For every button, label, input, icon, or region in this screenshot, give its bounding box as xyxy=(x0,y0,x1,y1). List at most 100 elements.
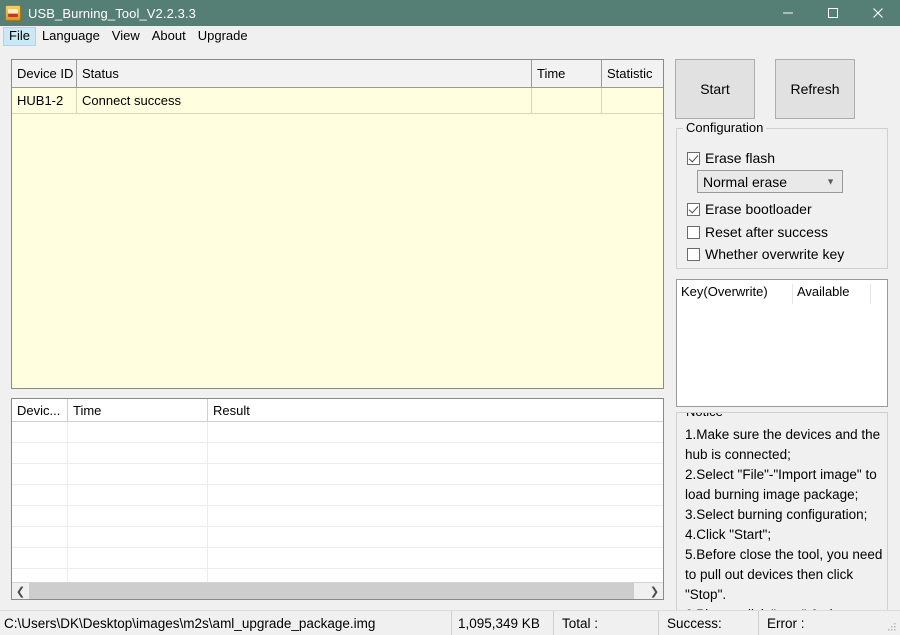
application-window: USB_Burning_Tool_V2.2.3.3 File L xyxy=(0,0,900,635)
configuration-title: Configuration xyxy=(683,120,766,135)
column-header-status[interactable]: Status xyxy=(77,60,532,87)
checkbox-erase-bootloader[interactable]: Erase bootloader xyxy=(687,201,812,217)
table-row[interactable] xyxy=(12,548,663,569)
minimize-button[interactable] xyxy=(765,0,810,26)
horizontal-scrollbar[interactable]: ❮ ❯ xyxy=(12,582,663,599)
table-row[interactable] xyxy=(12,422,663,443)
scrollbar-track[interactable] xyxy=(29,583,646,599)
chevron-right-icon[interactable]: ❯ xyxy=(646,583,663,599)
menu-item-about[interactable]: About xyxy=(146,27,192,46)
key-overwrite-panel[interactable]: Key(Overwrite) Available xyxy=(676,279,888,407)
result-table-body xyxy=(12,422,663,590)
checkbox-label: Reset after success xyxy=(705,224,828,240)
notice-text: 1.Make sure the devices and the hub is c… xyxy=(685,425,883,618)
start-button[interactable]: Start xyxy=(675,59,755,119)
close-button[interactable] xyxy=(855,0,900,26)
menu-item-language[interactable]: Language xyxy=(36,27,106,46)
table-cell xyxy=(208,422,663,442)
maximize-button[interactable] xyxy=(810,0,855,26)
table-cell xyxy=(68,485,208,505)
menu-item-view[interactable]: View xyxy=(106,27,146,46)
result-table-header: Devic... Time Result xyxy=(12,399,663,422)
cell-statistic xyxy=(602,88,663,113)
table-cell xyxy=(12,443,68,463)
table-cell xyxy=(12,548,68,568)
table-cell xyxy=(12,464,68,484)
window-controls xyxy=(765,0,900,26)
menu-item-upgrade[interactable]: Upgrade xyxy=(192,27,254,46)
table-row[interactable]: HUB1-2 Connect success xyxy=(12,88,663,114)
minimize-icon xyxy=(782,7,794,19)
checkbox-indicator[interactable] xyxy=(687,203,700,216)
maximize-icon xyxy=(827,7,839,19)
column-header-result-device[interactable]: Devic... xyxy=(12,399,68,421)
status-error-count: Error : xyxy=(759,611,879,635)
table-cell xyxy=(68,548,208,568)
column-header-result-time[interactable]: Time xyxy=(68,399,208,421)
resize-grip-icon[interactable] xyxy=(887,622,897,632)
table-cell xyxy=(208,548,663,568)
window-title: USB_Burning_Tool_V2.2.3.3 xyxy=(28,6,196,21)
table-row[interactable] xyxy=(12,527,663,548)
table-cell xyxy=(68,527,208,547)
chevron-down-icon: ▼ xyxy=(826,177,835,186)
table-row[interactable] xyxy=(12,443,663,464)
key-panel-header: Key(Overwrite) Available xyxy=(677,280,887,304)
checkbox-indicator[interactable] xyxy=(687,248,700,261)
notice-group: Notice 1.Make sure the devices and the h… xyxy=(676,412,888,618)
cell-status: Connect success xyxy=(77,88,532,113)
table-cell xyxy=(208,506,663,526)
table-cell xyxy=(68,506,208,526)
checkbox-whether-overwrite-key[interactable]: Whether overwrite key xyxy=(687,246,844,262)
column-header-time[interactable]: Time xyxy=(532,60,602,87)
column-header-statistic[interactable]: Statistic xyxy=(602,60,663,87)
menu-item-file[interactable]: File xyxy=(3,27,36,46)
close-icon xyxy=(872,7,884,19)
table-cell xyxy=(12,527,68,547)
refresh-button[interactable]: Refresh xyxy=(775,59,855,119)
device-table[interactable]: Device ID Status Time Statistic HUB1-2 C… xyxy=(11,59,664,389)
column-header-device-id[interactable]: Device ID xyxy=(12,60,77,87)
table-cell xyxy=(12,485,68,505)
status-bar: C:\Users\DK\Desktop\images\m2s\aml_upgra… xyxy=(0,610,900,635)
result-table[interactable]: Devic... Time Result ❮ ❯ xyxy=(11,398,664,600)
chevron-left-icon[interactable]: ❮ xyxy=(12,583,29,599)
app-icon xyxy=(5,5,21,21)
table-cell xyxy=(68,422,208,442)
table-cell xyxy=(208,443,663,463)
column-header-result[interactable]: Result xyxy=(208,399,663,421)
checkbox-indicator[interactable] xyxy=(687,226,700,239)
menu-bar: File Language View About Upgrade xyxy=(0,26,900,46)
table-cell xyxy=(12,422,68,442)
table-row[interactable] xyxy=(12,464,663,485)
title-bar: USB_Burning_Tool_V2.2.3.3 xyxy=(0,0,900,26)
checkbox-label: Erase flash xyxy=(705,150,775,166)
status-success-count: Success: xyxy=(659,611,759,635)
checkbox-label: Whether overwrite key xyxy=(705,246,844,262)
table-cell xyxy=(208,485,663,505)
table-cell xyxy=(68,464,208,484)
erase-mode-select[interactable]: Normal erase ▼ xyxy=(697,170,843,193)
table-cell xyxy=(208,527,663,547)
table-row[interactable] xyxy=(12,506,663,527)
cell-time xyxy=(532,88,602,113)
checkbox-erase-flash[interactable]: Erase flash xyxy=(687,150,775,166)
erase-mode-value: Normal erase xyxy=(703,174,787,190)
notice-title: Notice xyxy=(683,412,726,419)
status-image-size: 1,095,349 KB xyxy=(452,611,554,635)
checkbox-reset-after-success[interactable]: Reset after success xyxy=(687,224,828,240)
cell-device-id: HUB1-2 xyxy=(12,88,77,113)
status-image-path: C:\Users\DK\Desktop\images\m2s\aml_upgra… xyxy=(0,611,452,635)
table-cell xyxy=(208,464,663,484)
scrollbar-thumb[interactable] xyxy=(29,583,634,599)
checkbox-label: Erase bootloader xyxy=(705,201,812,217)
checkbox-indicator[interactable] xyxy=(687,152,700,165)
table-cell xyxy=(12,506,68,526)
table-cell xyxy=(68,443,208,463)
column-header-key-extra[interactable] xyxy=(871,284,885,304)
device-table-header: Device ID Status Time Statistic xyxy=(12,60,663,88)
column-header-key-overwrite[interactable]: Key(Overwrite) xyxy=(677,284,793,304)
table-row[interactable] xyxy=(12,485,663,506)
status-total-count: Total : xyxy=(554,611,659,635)
column-header-available[interactable]: Available xyxy=(793,284,871,304)
